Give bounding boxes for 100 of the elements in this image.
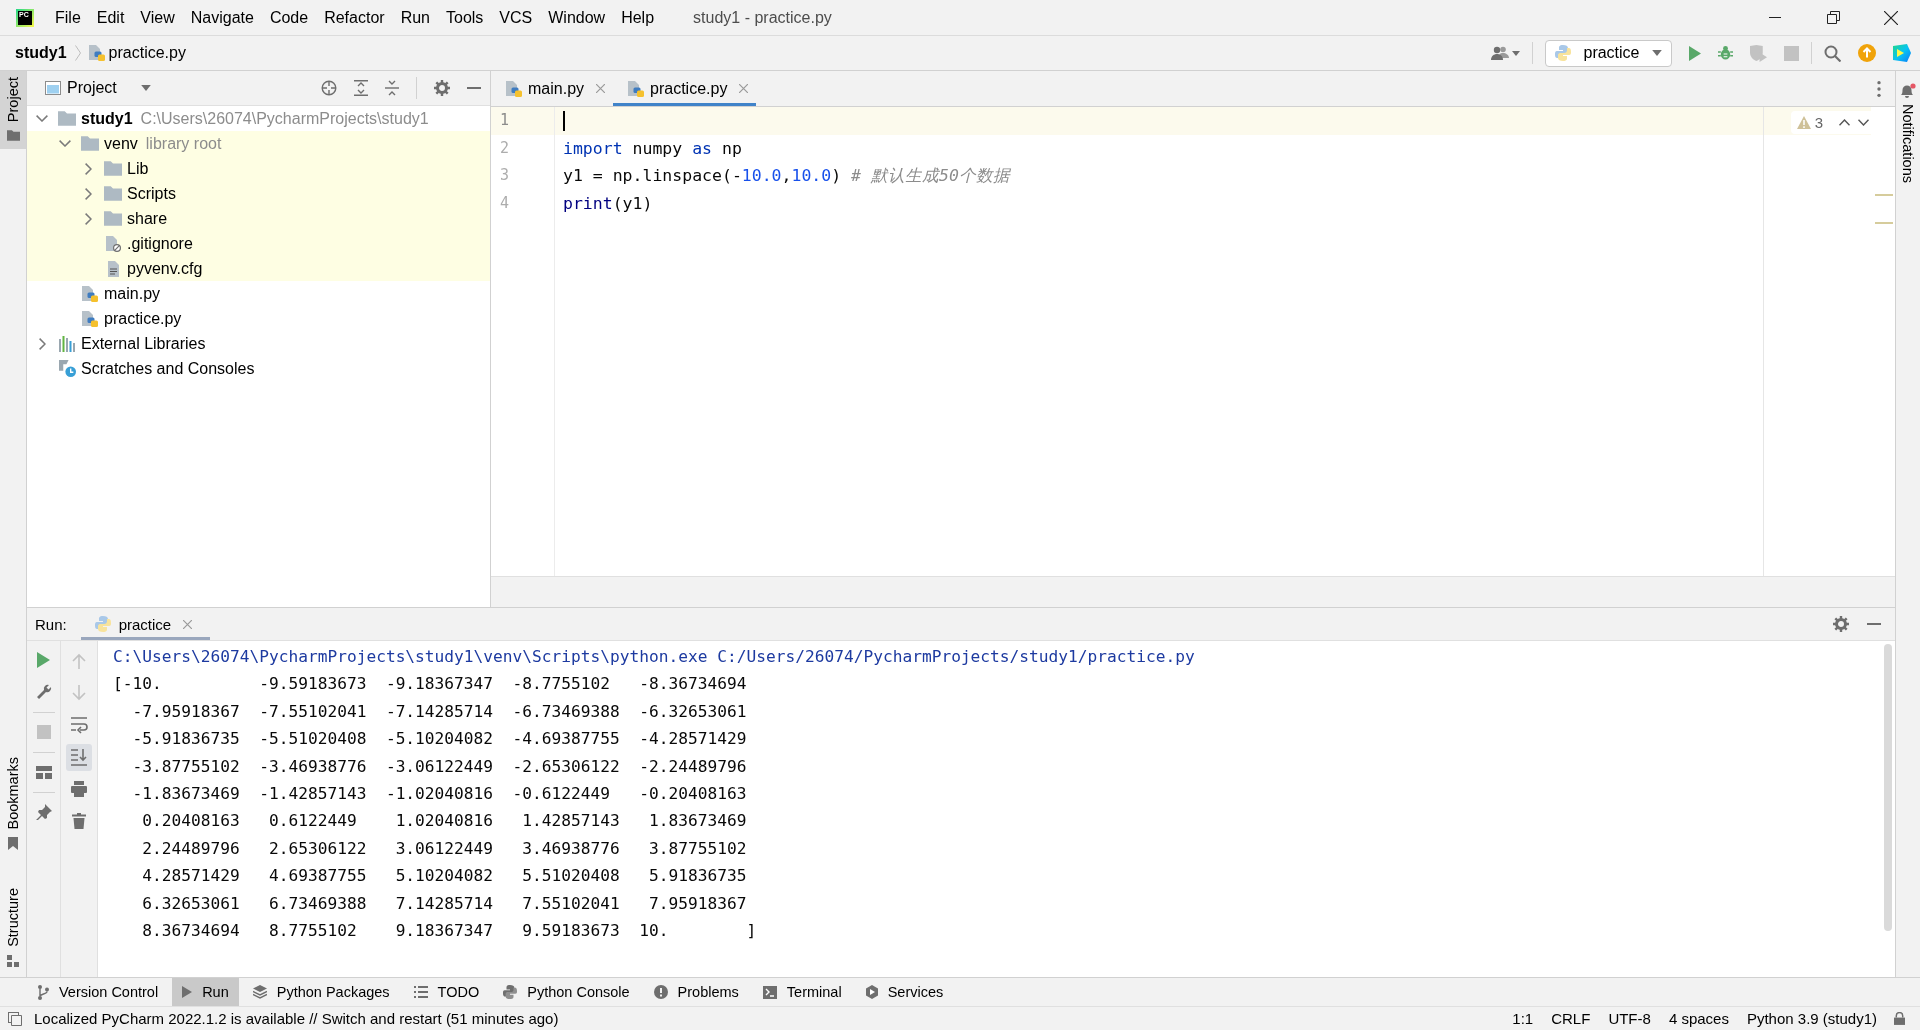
tool-window-button[interactable]: Services	[855, 978, 954, 1006]
tool-window-button[interactable]: TODO	[403, 978, 490, 1006]
line-number: 1	[491, 107, 554, 135]
structure-blocks-icon	[7, 955, 19, 967]
window-icon	[45, 81, 61, 95]
menu-item[interactable]: Tools	[438, 0, 492, 35]
play-icon[interactable]	[1689, 45, 1701, 61]
line-number: 4	[499, 192, 511, 214]
tool-window-button[interactable]: Python Packages	[242, 978, 400, 1006]
wrench-icon[interactable]	[35, 684, 52, 700]
status-item[interactable]: UTF-8	[1599, 1007, 1660, 1030]
tree-item[interactable]: External Libraries	[27, 331, 490, 356]
trash-icon[interactable]	[72, 813, 86, 829]
collapse-all-icon[interactable]	[385, 80, 399, 96]
overlapping-squares-icon[interactable]	[8, 1011, 22, 1026]
code-editor[interactable]: 1 2 3 4 import numpy as np y1 = np.linspace(-10.0,10.0) # 默认生成50个数据 print(y1) 3	[491, 107, 1895, 577]
printer-icon[interactable]	[71, 781, 87, 797]
rerun-play-icon[interactable]	[37, 652, 50, 668]
tool-window-tab[interactable]: Structure	[0, 882, 26, 975]
close-icon[interactable]	[1884, 10, 1898, 25]
tree-item[interactable]: share	[27, 206, 490, 231]
status-item[interactable]: 1:1	[1503, 1007, 1543, 1030]
menu-item[interactable]: VCS	[491, 0, 541, 35]
restore-icon[interactable]	[1826, 11, 1840, 24]
tool-window-button[interactable]: Terminal	[752, 978, 852, 1006]
folder-icon	[104, 161, 122, 176]
users-icon	[1491, 46, 1509, 60]
editor-tab[interactable]: main.py	[491, 71, 614, 106]
crosshair-icon[interactable]	[321, 80, 337, 96]
pin-icon[interactable]	[35, 804, 52, 820]
chevron-down-icon[interactable]	[1858, 119, 1869, 126]
play-logo-icon[interactable]	[1893, 44, 1911, 62]
tree-item[interactable]: study1 C:\Users\26074\PycharmProjects\study1	[27, 106, 490, 131]
tool-window-tab[interactable]: Bookmarks	[0, 750, 26, 859]
soft-wrap-icon[interactable]	[70, 716, 88, 734]
chevron-down-icon[interactable]	[59, 140, 71, 147]
tool-window-button[interactable]: Python Console	[493, 978, 640, 1006]
project-view-dropdown[interactable]: Project	[45, 79, 151, 97]
menu-item[interactable]: Navigate	[182, 0, 262, 35]
tool-window-button[interactable]: Problems	[643, 978, 749, 1006]
tree-item[interactable]: practice.py	[27, 306, 490, 331]
play-icon	[182, 986, 193, 998]
breadcrumb-item[interactable]: practice.py	[88, 44, 186, 62]
chevron-up-icon[interactable]	[1839, 119, 1850, 126]
layers-icon	[252, 985, 267, 999]
more-vertical-icon[interactable]	[1877, 80, 1881, 97]
menu-item[interactable]: Refactor	[316, 0, 393, 35]
status-item[interactable]: CRLF	[1542, 1007, 1600, 1030]
menu-item[interactable]: Help	[613, 0, 663, 35]
breadcrumb-separator-icon	[74, 45, 81, 61]
lock-icon[interactable]	[1894, 1012, 1905, 1025]
scroll-to-end-icon[interactable]	[66, 743, 92, 771]
tree-item[interactable]: pyvenv.cfg	[27, 256, 490, 281]
chevron-right-icon[interactable]	[84, 187, 92, 200]
tree-item[interactable]: .gitignore	[27, 231, 490, 256]
menu-item[interactable]: Window	[540, 0, 614, 35]
up-arrow-circle-icon[interactable]	[1858, 44, 1876, 62]
text-file-icon	[107, 260, 119, 277]
tree-item[interactable]: main.py	[27, 281, 490, 306]
chevron-right-icon[interactable]	[84, 162, 92, 175]
menu-item[interactable]: File	[47, 0, 89, 35]
menu-item[interactable]: Edit	[88, 0, 133, 35]
run-tab[interactable]: practice	[80, 608, 211, 640]
breadcrumb-item[interactable]: study1	[15, 44, 67, 62]
tool-window-tab[interactable]: Project	[0, 71, 26, 150]
bookmark-icon	[8, 837, 18, 851]
warning-icon	[1796, 116, 1811, 129]
caret-down-icon	[1512, 50, 1520, 56]
chevron-right-icon[interactable]	[84, 212, 92, 225]
bug-icon[interactable]	[1718, 45, 1733, 61]
caret-down-icon	[1652, 50, 1662, 56]
account-button[interactable]	[1491, 46, 1520, 60]
python-file-icon	[82, 285, 98, 302]
console-line: 0.20408163 0.6122449 1.02040816 1.42857143 1.83673469	[141, 810, 747, 833]
tree-item[interactable]: Lib	[27, 156, 490, 181]
chevron-right-icon[interactable]	[38, 337, 46, 350]
settings-icon[interactable]	[1833, 616, 1849, 632]
tree-item[interactable]: Scratches and Consoles	[27, 356, 490, 381]
tree-item[interactable]: venv library root	[27, 131, 490, 156]
menu-item[interactable]: Run	[392, 0, 438, 35]
scrollbar-thumb[interactable]	[1884, 644, 1892, 931]
python-logo-icon	[1555, 45, 1571, 61]
menu-item[interactable]: Code	[261, 0, 317, 35]
tree-item[interactable]: Scripts	[27, 181, 490, 206]
python-file-icon	[82, 310, 98, 327]
tool-window-button[interactable]: Version Control	[28, 978, 169, 1006]
python-file-icon	[506, 80, 522, 97]
settings-icon[interactable]	[434, 80, 450, 96]
status-item[interactable]: 4 spaces	[1659, 1007, 1738, 1030]
chevron-down-icon[interactable]	[36, 115, 48, 122]
console-line: 4.28571429 4.69387755 5.10204082 5.51020408 5.91836735	[141, 865, 747, 888]
menu-item[interactable]: View	[132, 0, 183, 35]
layout-icon[interactable]	[35, 765, 52, 779]
code-line: import numpy as np	[562, 137, 743, 160]
expand-all-icon[interactable]	[354, 80, 368, 96]
tool-window-tab[interactable]: Notifications	[1900, 83, 1916, 183]
search-icon[interactable]	[1824, 44, 1841, 62]
status-item[interactable]: Python 3.9 (study1)	[1737, 1007, 1886, 1030]
run-configuration-dropdown[interactable]: practice	[1545, 39, 1672, 67]
tool-window-button[interactable]: Run	[172, 978, 239, 1006]
